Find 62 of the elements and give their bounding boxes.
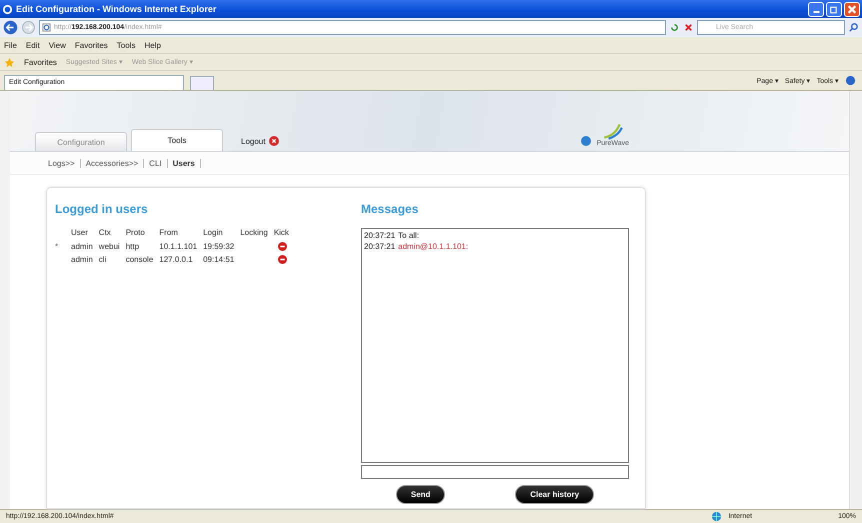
kick-icon[interactable]: [278, 255, 287, 264]
table-cell: admin: [71, 242, 93, 251]
subnav-link[interactable]: Logs>>: [48, 158, 75, 168]
minimize-button[interactable]: [808, 2, 824, 16]
forward-icon[interactable]: [21, 20, 36, 35]
back-icon[interactable]: [3, 20, 18, 35]
table-cell: admin: [71, 255, 93, 264]
close-icon: [846, 4, 858, 14]
message-time: 20:37:21: [364, 231, 396, 240]
subnav-link[interactable]: CLI: [149, 158, 162, 168]
logo-icon: [602, 122, 624, 140]
table-cell: 19:59:32: [203, 242, 234, 251]
action-button[interactable]: Send: [396, 485, 446, 504]
help-icon[interactable]: [580, 136, 591, 146]
section-title: Logged in users: [55, 202, 149, 216]
menu-item[interactable]: Edit: [26, 40, 40, 50]
stop-icon[interactable]: [683, 22, 694, 33]
table-cell: http: [126, 242, 140, 251]
table-cell: webui: [98, 242, 120, 251]
menu-item[interactable]: Tools: [116, 40, 136, 50]
current-user-marker: *: [55, 242, 58, 251]
logout-link[interactable]: Logout: [241, 137, 266, 146]
column-header: Kick: [274, 228, 289, 237]
menu-item[interactable]: File: [4, 40, 17, 50]
star-icon[interactable]: [4, 56, 15, 68]
refresh-icon[interactable]: [669, 22, 680, 33]
section-title: Messages: [361, 202, 420, 216]
search-icon[interactable]: [848, 22, 859, 33]
page-icon: [42, 23, 51, 32]
favorites-button[interactable]: Favorites: [24, 58, 57, 66]
table-cell: 09:14:51: [203, 255, 234, 264]
message-time: 20:37:21: [364, 242, 396, 251]
column-header: Ctx: [98, 228, 111, 237]
column-header: User: [71, 228, 88, 237]
menu-item[interactable]: Favorites: [74, 40, 108, 50]
column-header: Proto: [126, 228, 145, 237]
page-tab[interactable]: Tools: [131, 129, 223, 151]
subnav-link[interactable]: Accessories>>: [86, 158, 138, 168]
menu-item[interactable]: Help: [144, 40, 161, 50]
window-title: Edit Configuration - Windows Internet Explorer: [16, 4, 216, 14]
table-cell: cli: [98, 255, 106, 264]
message-text: To all:: [398, 231, 420, 240]
table-cell: 10.1.1.101: [159, 242, 198, 251]
message-input[interactable]: [361, 465, 629, 479]
minimize-icon: [812, 10, 820, 12]
message-text: admin@10.1.1.101:: [398, 242, 468, 251]
help-icon[interactable]: [845, 75, 856, 86]
subnav-link[interactable]: Users: [172, 158, 195, 168]
close-button[interactable]: [844, 2, 860, 16]
table-cell: 127.0.0.1: [159, 255, 193, 264]
column-header: From: [159, 228, 178, 237]
browser-logo-icon: [2, 4, 13, 14]
close-circle-icon[interactable]: [269, 136, 280, 146]
menu-item[interactable]: View: [48, 40, 66, 50]
kick-icon[interactable]: [278, 242, 287, 251]
column-header: Login: [203, 228, 223, 237]
globe-icon: [711, 511, 722, 522]
action-button[interactable]: Clear history: [515, 485, 594, 504]
scrollbar[interactable]: [849, 91, 862, 509]
restore-button[interactable]: [826, 2, 842, 16]
table-cell: console: [126, 255, 154, 264]
column-header: Locking: [240, 228, 268, 237]
